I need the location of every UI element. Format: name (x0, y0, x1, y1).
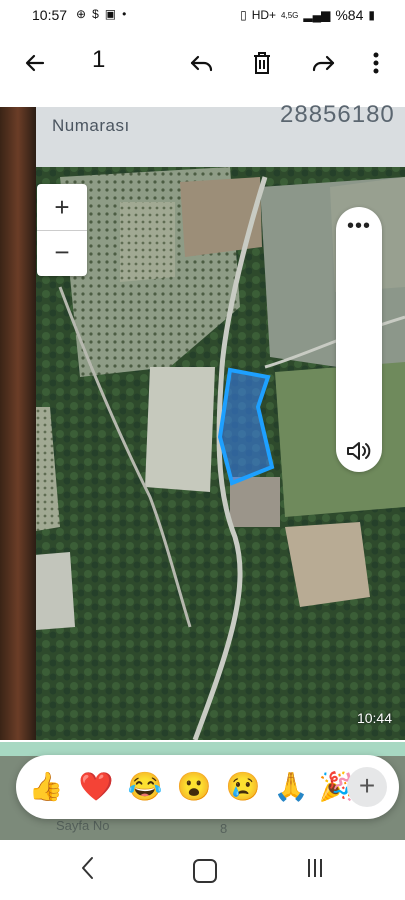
dot-icon: • (122, 7, 127, 21)
teal-band (0, 742, 405, 756)
sayfa-no-value: 8 (220, 821, 228, 836)
network-label: 4,5G (281, 10, 299, 20)
reply-button[interactable] (184, 45, 220, 81)
nav-back-icon (82, 857, 93, 879)
nav-home-button[interactable] (193, 859, 217, 883)
reaction-pray[interactable]: 🙏 (271, 767, 311, 807)
document-number: 28856180 (280, 101, 395, 128)
forward-icon (312, 55, 335, 72)
sayfa-no-label: Sayfa No (56, 818, 110, 833)
more-horiz-icon[interactable]: ••• (336, 216, 382, 236)
status-right: ▯ HD+ 4,5G ▂▄▆ %84 ▮ (240, 7, 375, 23)
dollar-icon: $ (92, 7, 99, 21)
signal-icon: ▂▄▆ (303, 8, 331, 22)
delete-button[interactable] (244, 45, 280, 81)
reaction-laughing[interactable]: 😂 (125, 767, 165, 807)
zoom-out-icon: − (54, 237, 70, 267)
reaction-heart[interactable]: ❤️ (76, 767, 116, 807)
map-zoom-controls: + − (37, 184, 87, 276)
add-reaction-button[interactable]: + (347, 767, 387, 807)
nav-recents-button[interactable] (308, 859, 322, 877)
status-bar: 10:57 ⊕ $ ▣ • ▯ HD+ 4,5G ▂▄▆ %84 ▮ (0, 0, 405, 30)
nfc-icon: ▯ (240, 8, 247, 22)
battery-percent: %84 (335, 7, 364, 23)
reaction-surprised[interactable]: 😮 (174, 767, 214, 807)
viewer-toolbar: 1 (0, 30, 405, 98)
more-options-button[interactable] (358, 45, 394, 81)
delete-icon (254, 52, 270, 74)
hd-icon: HD+ (251, 8, 277, 22)
parcel-highlight (217, 367, 275, 486)
battery-icon: ▮ (368, 8, 375, 22)
zoom-in-icon: + (37, 184, 87, 231)
reaction-sad[interactable]: 😢 (223, 767, 263, 807)
reaction-thumbs-up[interactable]: 👍 (26, 767, 66, 807)
message-timestamp: 10:44 (356, 710, 392, 726)
gallery-icon: ▣ (104, 7, 117, 21)
media-count: 1 (92, 46, 106, 73)
chrome-icon: ⊕ (76, 7, 87, 21)
nav-back-button[interactable] (80, 856, 94, 885)
phone-frame-edge (0, 107, 36, 740)
reply-icon (190, 55, 213, 72)
speaker-icon (347, 442, 371, 460)
document-label: Numarası (52, 116, 130, 135)
reactions-bar: 👍 ❤️ 😂 😮 😢 🙏 🎉 + (16, 755, 399, 819)
back-button[interactable] (17, 45, 53, 81)
forward-button[interactable] (305, 45, 341, 81)
side-controls-panel: ••• (336, 207, 382, 472)
back-arrow-icon (25, 54, 45, 72)
notification-icons: ⊕ $ ▣ • (76, 7, 126, 21)
more-vert-icon (373, 52, 379, 74)
speaker-button[interactable] (345, 439, 373, 468)
status-time: 10:57 (32, 7, 68, 23)
